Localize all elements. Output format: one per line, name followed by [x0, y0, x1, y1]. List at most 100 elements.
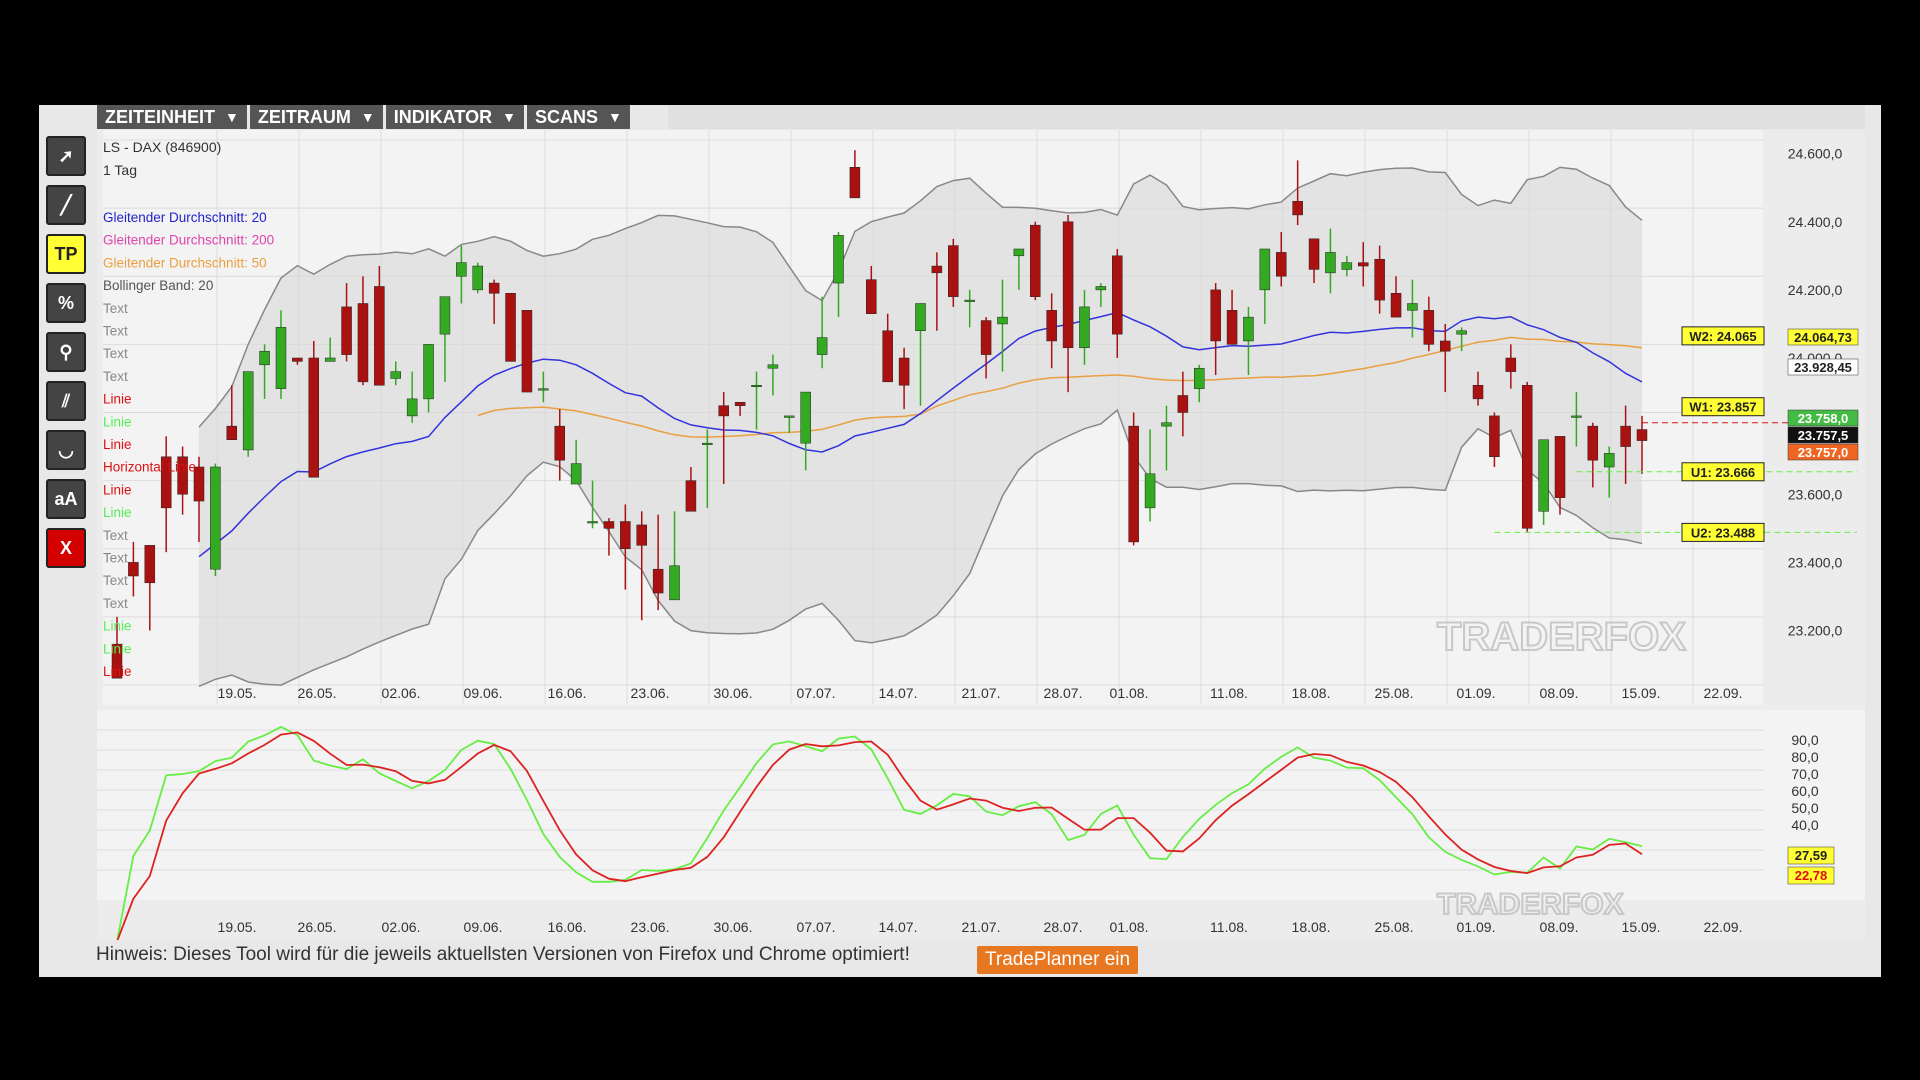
- candle-body: [849, 167, 861, 199]
- menu-zeitraum[interactable]: ZEITRAUM ▼: [249, 105, 383, 129]
- candle-body: [341, 306, 352, 355]
- x-tick-label-osc: 01.08.: [1110, 919, 1149, 935]
- candle-body: [292, 357, 303, 362]
- x-tick-label-osc: 07.07.: [797, 919, 836, 935]
- menu-indikator[interactable]: INDIKATOR ▼: [385, 105, 524, 129]
- candle-body: [1554, 436, 1566, 498]
- menu-zeiteinheit[interactable]: ZEITEINHEIT ▼: [97, 105, 247, 129]
- text-tool-icon[interactable]: aA: [46, 479, 86, 519]
- x-tick-label-osc: 15.09.: [1622, 919, 1661, 935]
- candle-body: [1194, 367, 1205, 389]
- candle-body: [1308, 238, 1320, 270]
- dropdown-arrow-icon: ▼: [607, 109, 622, 125]
- legend-item: Gleitender Durchschnitt: 50: [103, 255, 267, 270]
- candle-body: [210, 466, 221, 570]
- osc-y-tick-label: 80,0: [1791, 749, 1818, 765]
- legend-item: Text: [103, 596, 128, 611]
- candle-body: [1456, 330, 1467, 335]
- oscillator-plot-area: [97, 710, 1865, 900]
- candle-body: [1489, 415, 1500, 458]
- delete-tool-icon[interactable]: X: [46, 528, 86, 568]
- candle-body: [308, 357, 320, 478]
- candle-body: [1243, 316, 1254, 342]
- x-tick-label: 26.05.: [298, 685, 337, 701]
- candle-body: [1259, 248, 1271, 291]
- x-tick-label-osc: 19.05.: [218, 919, 257, 935]
- tp-tool-icon[interactable]: TP: [46, 234, 86, 274]
- candle-body: [226, 425, 238, 440]
- legend-item: Linie: [103, 414, 132, 429]
- candle-body: [980, 320, 992, 355]
- footer-notice: Hinweis: Dieses Tool wird für die jeweil…: [96, 944, 910, 965]
- x-tick-label-osc: 14.07.: [879, 919, 918, 935]
- x-tick-label-osc: 28.07.: [1044, 919, 1083, 935]
- candle-body: [456, 262, 467, 277]
- price-tag-label: 24.064,73: [1794, 330, 1852, 345]
- candle-body: [1046, 310, 1057, 342]
- price-tag-label: 23.758,0: [1798, 411, 1849, 426]
- candle-body: [439, 296, 451, 335]
- chart-area[interactable]: W2: 24.065 W1: 23.857 U1: 23.666 U2: 23.488…: [97, 130, 1865, 945]
- annotation-label-u2: U2: 23.488: [1691, 525, 1755, 540]
- legend-item: Linie: [103, 641, 132, 656]
- x-tick-label: 07.07.: [797, 685, 836, 701]
- candle-body: [1439, 340, 1451, 352]
- x-tick-label: 25.08.: [1375, 685, 1414, 701]
- candle-body: [259, 350, 270, 366]
- candle-body: [1603, 453, 1615, 468]
- price-tag-label: 23.757,5: [1798, 428, 1849, 443]
- candle-body: [1341, 262, 1353, 270]
- candle-body: [1275, 252, 1287, 277]
- legend-item: Text: [103, 551, 128, 566]
- x-tick-label-osc: 11.08.: [1210, 919, 1248, 935]
- tradeplanner-button[interactable]: TradePlanner ein: [977, 946, 1139, 974]
- dropdown-arrow-icon: ▼: [360, 109, 375, 125]
- y-tick-label: 23.200,0: [1788, 623, 1843, 639]
- y-tick-label: 23.400,0: [1788, 554, 1843, 570]
- dropdown-arrow-icon: ▼: [502, 109, 516, 125]
- legend-item: Text: [103, 346, 128, 361]
- x-tick-label: 19.05.: [218, 685, 257, 701]
- watermark-oscillator: TRADERFOX: [1437, 888, 1624, 921]
- candle-body: [423, 344, 434, 400]
- x-tick-label-osc: 22.09.: [1704, 919, 1743, 935]
- candle-body: [931, 265, 943, 274]
- legend-item: Text: [103, 369, 128, 384]
- menu-bar-background: [668, 105, 1865, 129]
- parallel-lines-tool-icon[interactable]: ⫽: [46, 381, 86, 421]
- candle-body: [685, 480, 697, 512]
- annotation-label-u1: U1: 23.666: [1691, 465, 1755, 480]
- curve-tool-icon[interactable]: ◡: [46, 430, 86, 470]
- y-tick-label: 23.600,0: [1788, 486, 1843, 502]
- legend-item: Text: [103, 324, 128, 339]
- legend-item: Text: [103, 573, 128, 588]
- osc-y-tick-label: 50,0: [1791, 800, 1818, 816]
- cursor-tool-icon[interactable]: ➚: [46, 136, 86, 176]
- price-chart-svg[interactable]: W2: 24.065 W1: 23.857 U1: 23.666 U2: 23.488…: [97, 130, 1865, 942]
- x-tick-label-osc: 26.05.: [298, 919, 337, 935]
- candle-body: [1079, 306, 1090, 349]
- percent-tool-icon[interactable]: %: [46, 283, 86, 323]
- x-tick-label: 23.06.: [631, 685, 670, 701]
- x-tick-label-osc: 18.08.: [1292, 919, 1331, 935]
- x-tick-label: 21.07.: [962, 685, 1001, 701]
- x-tick-label-osc: 30.06.: [714, 919, 753, 935]
- candle-body: [800, 391, 811, 444]
- x-tick-label: 15.09.: [1622, 685, 1661, 701]
- annotation-label-w1: W1: 23.857: [1689, 400, 1756, 415]
- x-tick-label-osc: 01.09.: [1457, 919, 1496, 935]
- line-tool-icon[interactable]: ╱: [46, 185, 86, 225]
- candle-body: [882, 330, 893, 383]
- candle-body: [718, 405, 729, 417]
- candle-body: [1095, 286, 1107, 291]
- y-tick-label: 24.200,0: [1788, 282, 1843, 298]
- candle-body: [1226, 310, 1238, 345]
- candle-body: [242, 371, 254, 451]
- candle-body: [767, 364, 779, 369]
- menu-scans[interactable]: SCANS ▼: [526, 105, 630, 129]
- x-tick-label: 11.08.: [1210, 685, 1248, 701]
- candle-body: [1587, 425, 1599, 461]
- x-tick-label: 01.09.: [1457, 685, 1496, 701]
- zoom-tool-icon[interactable]: ⚲: [46, 332, 86, 372]
- candle-body: [997, 316, 1008, 325]
